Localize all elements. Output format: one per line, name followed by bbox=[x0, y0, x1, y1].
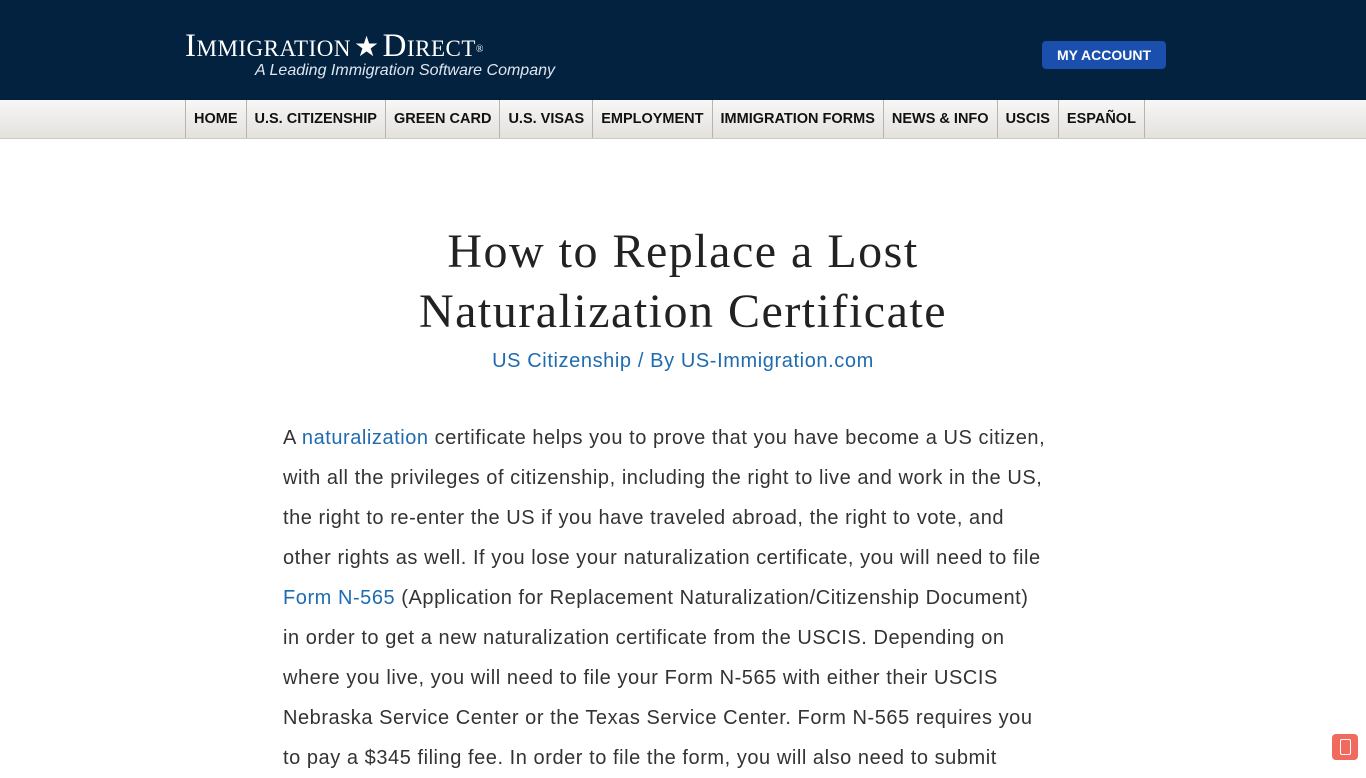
paragraph-line: where you live, you will need to file yo… bbox=[283, 667, 998, 689]
nav-item-home[interactable]: HOME bbox=[186, 100, 247, 138]
nav-item-us-citizenship[interactable]: U.S. CITIZENSHIP bbox=[247, 100, 386, 138]
mobile-phone-icon[interactable] bbox=[1332, 734, 1358, 760]
nav-item-us-visas[interactable]: U.S. VISAS bbox=[500, 100, 594, 138]
author-link[interactable]: US-Immigration.com bbox=[681, 350, 874, 372]
form-n565-link[interactable]: Form N-565 bbox=[283, 587, 395, 609]
paragraph-line: in order to get a new naturalization cer… bbox=[283, 627, 1005, 649]
nav-item-employment[interactable]: EMPLOYMENT bbox=[593, 100, 713, 138]
paragraph-line: Form N-565 (Application for Replacement … bbox=[283, 587, 1029, 609]
star-icon: ★ bbox=[354, 32, 380, 63]
paragraph-line: to pay a $345 filing fee. In order to fi… bbox=[283, 747, 997, 769]
paragraph-line: Nebraska Service Center or the Texas Ser… bbox=[283, 707, 1033, 729]
logo-tagline: A Leading Immigration Software Company bbox=[255, 62, 555, 79]
nav-item-green-card[interactable]: GREEN CARD bbox=[386, 100, 501, 138]
article-body: A naturalization certificate helps you t… bbox=[283, 418, 1083, 778]
nav-item-news-info[interactable]: NEWS & INFO bbox=[884, 100, 998, 138]
my-account-button[interactable]: MY ACCOUNT bbox=[1042, 41, 1166, 69]
site-logo[interactable]: Immigration ★Direct® A Leading Immigratio… bbox=[185, 28, 555, 80]
paragraph-line: other rights as well. If you lose your n… bbox=[283, 547, 1041, 569]
paragraph-line: the right to re-enter the US if you have… bbox=[283, 507, 1005, 529]
nav-item-espanol[interactable]: ESPAÑOL bbox=[1059, 100, 1145, 138]
post-meta: US Citizenship / By US-Immigration.com bbox=[283, 350, 1083, 373]
logo-wordmark: Immigration ★Direct® bbox=[185, 28, 484, 64]
main-navigation: HOME U.S. CITIZENSHIP GREEN CARD U.S. VI… bbox=[0, 100, 1366, 139]
page-title: How to Replace a Lost Naturalization Cer… bbox=[418, 225, 948, 338]
nav-menu: HOME U.S. CITIZENSHIP GREEN CARD U.S. VI… bbox=[185, 100, 1145, 138]
site-header: Immigration ★Direct® A Leading Immigratio… bbox=[0, 0, 1366, 100]
paragraph-line: with all the privileges of citizenship, … bbox=[283, 467, 1043, 489]
paragraph-line: A naturalization certificate helps you t… bbox=[283, 427, 1046, 449]
naturalization-link[interactable]: naturalization bbox=[302, 427, 429, 449]
meta-separator: / By bbox=[631, 350, 681, 372]
nav-item-uscis[interactable]: USCIS bbox=[998, 100, 1059, 138]
category-link[interactable]: US Citizenship bbox=[492, 350, 632, 372]
nav-item-immigration-forms[interactable]: IMMIGRATION FORMS bbox=[713, 100, 884, 138]
